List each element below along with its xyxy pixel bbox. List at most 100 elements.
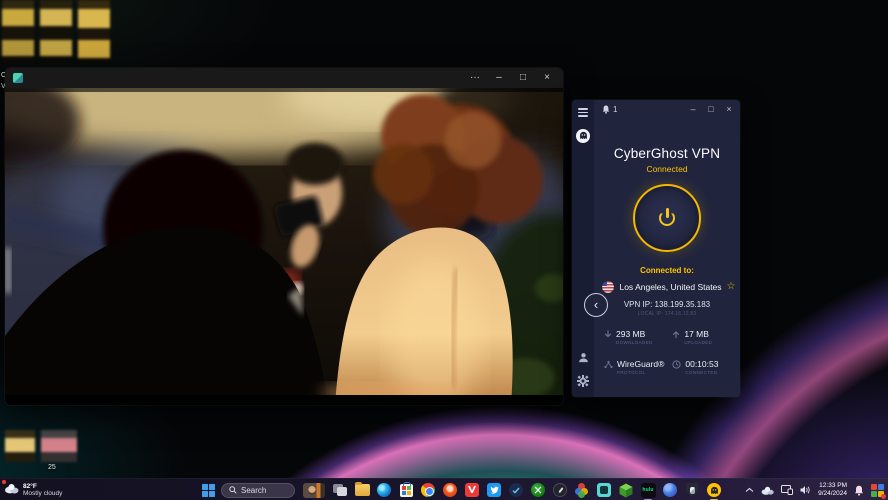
taskbar-capture-app[interactable] [596, 482, 612, 498]
taskbar-edge[interactable] [376, 482, 392, 498]
pinwheel-icon [575, 483, 589, 497]
stat-protocol: WireGuard®PROTOCOL [604, 359, 664, 375]
taskbar-chrome[interactable] [420, 482, 436, 498]
protocol-nodes-icon [604, 360, 613, 369]
cyberghost-icon [707, 483, 721, 497]
us-flag-icon [602, 281, 614, 293]
weather-widget[interactable]: 82°F Mostly cloudy [4, 479, 62, 500]
onedrive-cloud-icon[interactable] [761, 486, 774, 495]
stat-connected-time: 00:10:53CONNECTED [672, 359, 730, 375]
hulu-icon: hulu [641, 483, 656, 498]
desktop-icon-blurred[interactable] [78, 0, 110, 62]
vpn-app-title: CyberGhost VPN [594, 146, 740, 161]
blurred-desktop-icons-bottom[interactable] [5, 430, 77, 462]
account-icon[interactable] [578, 352, 589, 363]
video-player-window: ··· – □ × [5, 68, 563, 405]
desktop-icon-blurred[interactable] [41, 430, 77, 462]
shield-icon [686, 483, 698, 497]
connected-to-label: Connected to: [594, 266, 740, 275]
server-name: Los Angeles, United States [619, 282, 721, 292]
tray-chevron-up-icon[interactable] [745, 487, 754, 493]
tray-date: 9/24/2024 [818, 490, 847, 498]
cloud-icon [4, 483, 19, 494]
tray-time: 12:33 PM [818, 482, 847, 490]
cast-screen-icon[interactable] [781, 485, 793, 495]
task-view-icon [333, 484, 347, 496]
vpn-close-button[interactable]: × [720, 101, 738, 117]
taskbar-shield-app[interactable] [684, 482, 700, 498]
vpn-sidebar [572, 100, 594, 397]
vpn-status-text: Connected [594, 164, 740, 174]
blue-orb-icon [663, 483, 677, 497]
download-arrow-icon [604, 330, 612, 339]
taskbar-brave[interactable] [442, 482, 458, 498]
video-titlebar[interactable]: ··· – □ × [5, 68, 563, 88]
xbox-icon [531, 483, 545, 497]
weather-temperature: 82°F [23, 483, 62, 490]
search-label: Search [241, 486, 266, 495]
more-options-button[interactable]: ··· [463, 69, 487, 87]
start-button[interactable] [200, 482, 216, 498]
taskbar-file-explorer[interactable] [354, 482, 370, 498]
power-icon [657, 208, 677, 228]
desktop-icon-blurred[interactable] [5, 430, 35, 462]
timer-icon [672, 360, 681, 369]
desktop-icon-blurred[interactable] [40, 0, 72, 62]
minimize-button[interactable]: – [487, 69, 511, 87]
taskbar: 82°F Mostly cloudy Search [0, 478, 888, 500]
weather-alert-badge [1, 479, 7, 485]
server-row[interactable]: Los Angeles, United States ☆ [594, 281, 740, 293]
blurred-desktop-icons-top[interactable] [2, 0, 110, 62]
check-icon [509, 483, 523, 497]
local-ip-text: LOCAL IP: 174.16.12.83 [594, 311, 740, 317]
notification-count: 1 [613, 105, 617, 114]
cyberghost-vpn-window: 1 – □ × [572, 100, 740, 397]
server-back-button[interactable]: ‹ [584, 293, 608, 317]
vpn-titlebar[interactable]: 1 – □ × [572, 100, 740, 118]
taskbar-check-app[interactable] [508, 482, 524, 498]
search-box[interactable]: Search [221, 483, 295, 498]
twitter-bird-icon [487, 483, 501, 497]
taskbar-cyberghost[interactable] [706, 482, 722, 498]
stat-downloaded: 293 MBDOWNLOADED [604, 329, 664, 345]
taskbar-twitter[interactable] [486, 482, 502, 498]
settings-gear-icon[interactable] [577, 375, 589, 387]
power-button[interactable] [633, 184, 701, 252]
notification-bell[interactable]: 1 [602, 105, 617, 114]
vpn-maximize-button[interactable]: □ [702, 101, 720, 117]
speaker-icon[interactable] [800, 485, 811, 495]
connection-stats: 293 MBDOWNLOADED 17 MBUPLOADED WireGuard… [604, 329, 730, 375]
bell-icon [602, 105, 610, 114]
ghost-logo-icon[interactable] [576, 129, 590, 143]
vpn-minimize-button[interactable]: – [684, 101, 702, 117]
maximize-button[interactable]: □ [511, 69, 535, 87]
taskbar-hulu[interactable]: hulu [640, 482, 656, 498]
taskbar-pinwheel-app[interactable] [574, 482, 590, 498]
taskbar-microsoft-store[interactable] [398, 482, 414, 498]
windows-logo-icon [202, 484, 215, 497]
video-frame-red-carpet-scene[interactable] [5, 88, 563, 405]
brave-icon [443, 483, 457, 497]
tray-clock[interactable]: 12:33 PM 9/24/2024 [818, 482, 847, 498]
store-icon [400, 484, 413, 497]
weather-condition: Mostly cloudy [23, 490, 62, 497]
notification-bell-icon[interactable] [854, 485, 864, 496]
desktop-icon-blurred[interactable] [2, 0, 34, 62]
taskbar-cube-app[interactable] [618, 482, 634, 498]
edge-icon [377, 483, 391, 497]
taskbar-blue-app[interactable] [662, 482, 678, 498]
folder-icon [355, 484, 370, 496]
vpn-main-panel: CyberGhost VPN Connected Connected to: ‹… [594, 118, 740, 397]
green-cube-icon [619, 483, 633, 498]
taskbar-xbox[interactable] [530, 482, 546, 498]
taskbar-vivaldi[interactable] [464, 482, 480, 498]
menu-icon[interactable] [578, 108, 588, 117]
video-app-icon [13, 73, 23, 83]
news-thumbnail-icon [303, 483, 325, 498]
taskbar-task-view[interactable] [332, 482, 348, 498]
colorful-app-tray-icon[interactable] [871, 484, 884, 497]
favorite-star-icon[interactable]: ☆ [727, 282, 736, 292]
taskbar-widget-thumbnail[interactable] [302, 482, 326, 498]
close-button[interactable]: × [535, 69, 559, 87]
taskbar-gauge-app[interactable] [552, 482, 568, 498]
